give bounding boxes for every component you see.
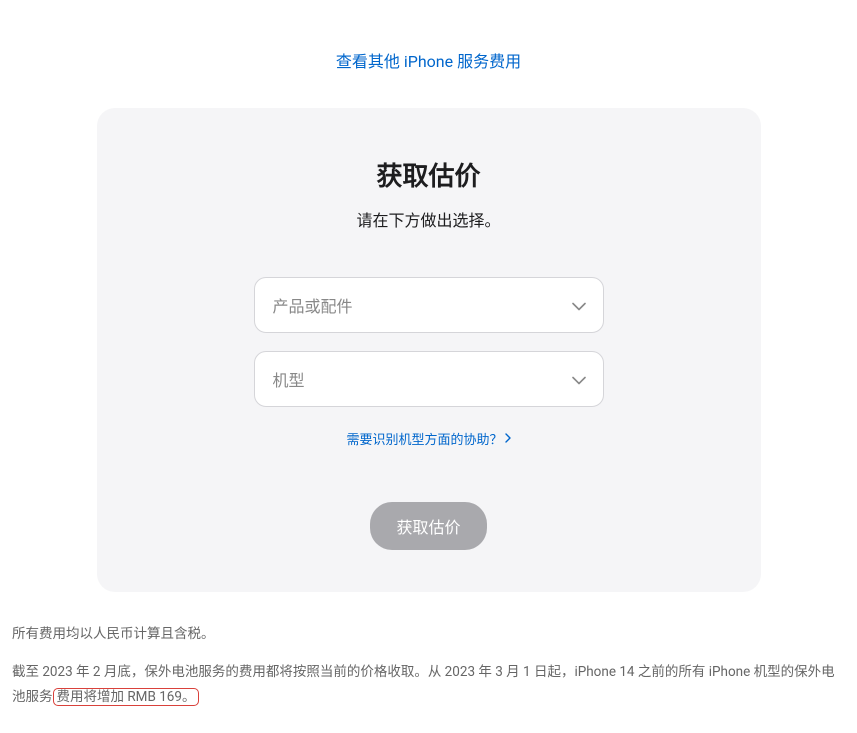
model-select[interactable]: 机型 [254, 351, 604, 407]
price-increase-highlight: 费用将增加 RMB 169。 [53, 688, 200, 706]
product-select-placeholder: 产品或配件 [273, 293, 353, 317]
model-select-placeholder: 机型 [273, 367, 305, 391]
card-title: 获取估价 [137, 156, 721, 193]
other-services-link[interactable]: 查看其他 iPhone 服务费用 [336, 52, 521, 71]
top-link-container: 查看其他 iPhone 服务费用 [10, 48, 847, 72]
product-select-wrap: 产品或配件 [254, 277, 604, 333]
card-subtitle: 请在下方做出选择。 [137, 207, 721, 231]
price-change-note: 截至 2023 年 2 月底，保外电池服务的费用都将按照当前的价格收取。从 20… [12, 660, 845, 709]
footer-notes: 所有费用均以人民币计算且含税。 截至 2023 年 2 月底，保外电池服务的费用… [10, 622, 847, 709]
model-select-wrap: 机型 [254, 351, 604, 407]
estimate-card: 获取估价 请在下方做出选择。 产品或配件 机型 需要识别机型方面的协助？ 获取估… [97, 108, 761, 592]
chevron-right-icon [505, 432, 511, 446]
identify-model-help-link[interactable]: 需要识别机型方面的协助？ [346, 429, 510, 448]
help-link-text: 需要识别机型方面的协助？ [346, 429, 502, 448]
product-select[interactable]: 产品或配件 [254, 277, 604, 333]
get-estimate-button[interactable]: 获取估价 [370, 502, 486, 550]
tax-note: 所有费用均以人民币计算且含税。 [12, 622, 845, 646]
